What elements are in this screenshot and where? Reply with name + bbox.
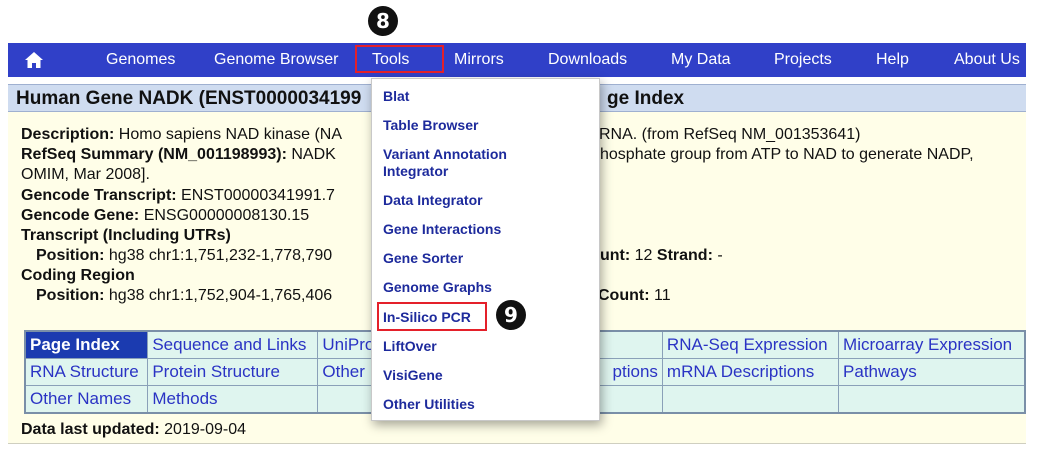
page-index-header: Page Index — [24, 330, 149, 359]
data-last-updated: Data last updated: 2019-09-04 — [21, 421, 246, 438]
link-pathways[interactable]: Pathways — [838, 358, 1026, 386]
link-mrna-descriptions[interactable]: mRNA Descriptions — [661, 358, 840, 386]
link-methods[interactable]: Methods — [147, 385, 319, 414]
link-microarray-expression[interactable]: Microarray Expression — [838, 330, 1026, 359]
page-title: Human Gene NADK (ENST0000034199 — [16, 88, 362, 109]
nav-genome-browser[interactable]: Genome Browser — [214, 43, 339, 77]
link-other[interactable]: Other — [317, 358, 380, 386]
in-silico-pcr-highlight-box — [377, 302, 487, 331]
menu-item-variant-annotation-integrator[interactable]: Variant Annotation Integrator — [383, 146, 533, 180]
menu-item-liftover[interactable]: LiftOver — [383, 338, 437, 355]
menu-item-gene-interactions[interactable]: Gene Interactions — [383, 221, 501, 238]
menu-item-blat[interactable]: Blat — [383, 88, 409, 105]
coding-position-line: Position: hg38 chr1:1,752,904-1,765,406 — [36, 287, 333, 304]
top-navbar: Genomes Genome Browser Tools Mirrors Dow… — [8, 43, 1026, 77]
coding-exon-count: Count: 11 — [598, 287, 671, 304]
link-sequence-and-links[interactable]: Sequence and Links — [147, 330, 319, 359]
step-8-badge: 8 — [368, 6, 398, 36]
gencode-transcript-line: Gencode Transcript: ENST00000341991.7 — [21, 187, 335, 204]
omim-line: OMIM, Mar 2008]. — [21, 166, 150, 183]
link-rna-seq-expression[interactable]: RNA-Seq Expression — [661, 330, 840, 359]
nav-projects[interactable]: Projects — [774, 43, 832, 77]
empty-cell — [838, 385, 1026, 414]
empty-cell — [317, 385, 380, 414]
transcript-heading: Transcript (Including UTRs) — [21, 227, 231, 244]
transcript-exon-count: unt: 12 Strand: - — [600, 247, 723, 264]
nav-help[interactable]: Help — [876, 43, 909, 77]
refseq-summary-tail: hosphate group from ATP to NAD to genera… — [600, 146, 974, 163]
menu-item-table-browser[interactable]: Table Browser — [383, 117, 478, 134]
description-line: Description: Homo sapiens NAD kinase (NA — [21, 126, 342, 143]
menu-item-other-utilities[interactable]: Other Utilities — [383, 396, 475, 413]
transcript-position-line: Position: hg38 chr1:1,751,232-1,778,790 — [36, 247, 333, 264]
step-9-badge: 9 — [496, 300, 526, 330]
gencode-gene-line: Gencode Gene: ENSG00000008130.15 — [21, 207, 310, 224]
empty-cell — [661, 385, 840, 414]
link-rna-structure[interactable]: RNA Structure — [24, 358, 149, 386]
refseq-summary-line: RefSeq Summary (NM_001198993): NADK — [21, 146, 336, 163]
nav-mirrors[interactable]: Mirrors — [454, 43, 504, 77]
nav-my-data[interactable]: My Data — [671, 43, 731, 77]
tools-dropdown-menu: Blat Table Browser Variant Annotation In… — [371, 78, 600, 421]
link-other-names[interactable]: Other Names — [24, 385, 149, 414]
tools-highlight-box — [355, 45, 444, 73]
menu-item-genome-graphs[interactable]: Genome Graphs — [383, 279, 492, 296]
nav-about-us[interactable]: About Us — [954, 43, 1020, 77]
nav-genomes[interactable]: Genomes — [106, 43, 175, 77]
home-icon — [25, 52, 43, 68]
menu-item-gene-sorter[interactable]: Gene Sorter — [383, 250, 463, 267]
menu-item-visigene[interactable]: VisiGene — [383, 367, 443, 384]
link-uniprot[interactable]: UniPro — [317, 330, 380, 359]
link-protein-structure[interactable]: Protein Structure — [147, 358, 319, 386]
page-title-tail: ge Index — [607, 88, 685, 109]
coding-region-heading: Coding Region — [21, 267, 135, 284]
home-button[interactable] — [8, 51, 60, 69]
nav-downloads[interactable]: Downloads — [548, 43, 627, 77]
menu-item-data-integrator[interactable]: Data Integrator — [383, 192, 483, 209]
description-tail: RNA. (from RefSeq NM_001353641) — [599, 126, 861, 143]
